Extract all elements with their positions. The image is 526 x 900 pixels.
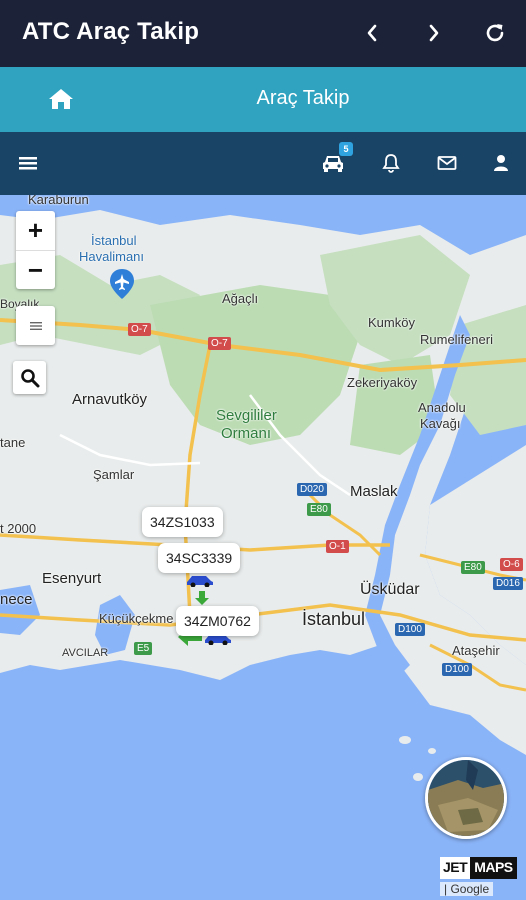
forward-button[interactable] — [419, 18, 449, 48]
road-shield: D016 — [493, 577, 523, 590]
road-shield: O-7 — [208, 337, 231, 350]
search-icon — [20, 368, 39, 387]
car-marker-icon[interactable] — [185, 573, 215, 587]
airport-icon — [110, 269, 134, 299]
layers-button[interactable] — [16, 306, 55, 345]
refresh-button[interactable] — [480, 18, 510, 48]
place-label: Küçükçekme — [99, 611, 174, 626]
place-label: İstanbul — [302, 609, 366, 629]
place-label: Ağaçlı — [222, 291, 259, 306]
refresh-icon — [486, 24, 504, 42]
place-label: AVCILAR — [62, 647, 109, 659]
place-label: Kavağı — [420, 416, 461, 431]
vehicle-label[interactable]: 34ZS1033 — [142, 507, 223, 537]
zoom-in-button[interactable]: + — [16, 211, 55, 250]
zoom-control: + − — [16, 211, 55, 289]
place-label: Kumköy — [368, 315, 415, 330]
road-shield: E80 — [307, 503, 331, 516]
place-label: Maslak — [350, 483, 398, 500]
road-shield: O-7 — [128, 323, 151, 336]
place-label: nece — [0, 591, 33, 608]
title-bar: ATC Araç Takip — [0, 0, 526, 67]
menu-button[interactable] — [18, 152, 38, 174]
bell-icon — [382, 154, 400, 173]
place-label: Zekeriyaköy — [347, 375, 418, 390]
satellite-view-toggle[interactable] — [425, 757, 507, 839]
road-shield: O-6 — [500, 558, 523, 571]
place-label: Ormanı — [221, 425, 272, 442]
app-title: ATC Araç Takip — [22, 18, 200, 45]
place-label: Rumelifeneri — [420, 332, 493, 347]
map-attribution: | Google — [440, 882, 494, 896]
chevron-left-icon — [367, 24, 377, 42]
place-label: Havalimanı — [79, 249, 145, 264]
envelope-icon — [437, 156, 457, 170]
list-icon — [29, 321, 42, 330]
road-shield: E5 — [134, 642, 153, 655]
vehicle-count-badge: 5 — [339, 142, 353, 156]
place-label: Arnavutköy — [72, 391, 148, 408]
notifications-button[interactable] — [381, 152, 401, 174]
place-label: Anadolu — [418, 400, 466, 415]
page-header: Araç Takip — [0, 67, 526, 132]
place-label: Sevgililer — [216, 407, 277, 424]
road-shield: D100 — [395, 623, 425, 636]
map-search-button[interactable] — [13, 361, 46, 394]
place-label: Ataşehir — [452, 643, 500, 658]
place-label: t 2000 — [0, 521, 37, 536]
place-label: Esenyurt — [42, 570, 102, 587]
vehicle-label[interactable]: 34SC3339 — [158, 543, 241, 573]
nav-bar — [0, 132, 526, 195]
chevron-right-icon — [429, 24, 439, 42]
zoom-out-button[interactable]: − — [16, 251, 55, 290]
messages-button[interactable] — [436, 152, 458, 174]
arrow-down-marker-icon[interactable] — [195, 591, 209, 605]
back-button[interactable] — [357, 18, 387, 48]
place-label: Karaburun — [28, 195, 89, 207]
user-icon — [494, 155, 508, 171]
hamburger-menu-icon — [19, 157, 37, 170]
profile-button[interactable] — [492, 152, 510, 174]
place-label: İstanbul — [91, 233, 137, 248]
road-shield: D020 — [297, 483, 327, 496]
road-shield: D100 — [442, 663, 472, 676]
page-title: Araç Takip — [256, 87, 350, 109]
place-label: Şamlar — [93, 467, 135, 482]
place-label: Üsküdar — [360, 581, 420, 598]
car-icon — [323, 156, 343, 172]
place-label: tane — [0, 435, 26, 450]
road-shield: O-1 — [326, 540, 349, 553]
jetmaps-logo: JET MAPS — [440, 857, 522, 879]
road-shield: E80 — [461, 561, 485, 574]
vehicle-label[interactable]: 34ZM0762 — [176, 606, 259, 636]
